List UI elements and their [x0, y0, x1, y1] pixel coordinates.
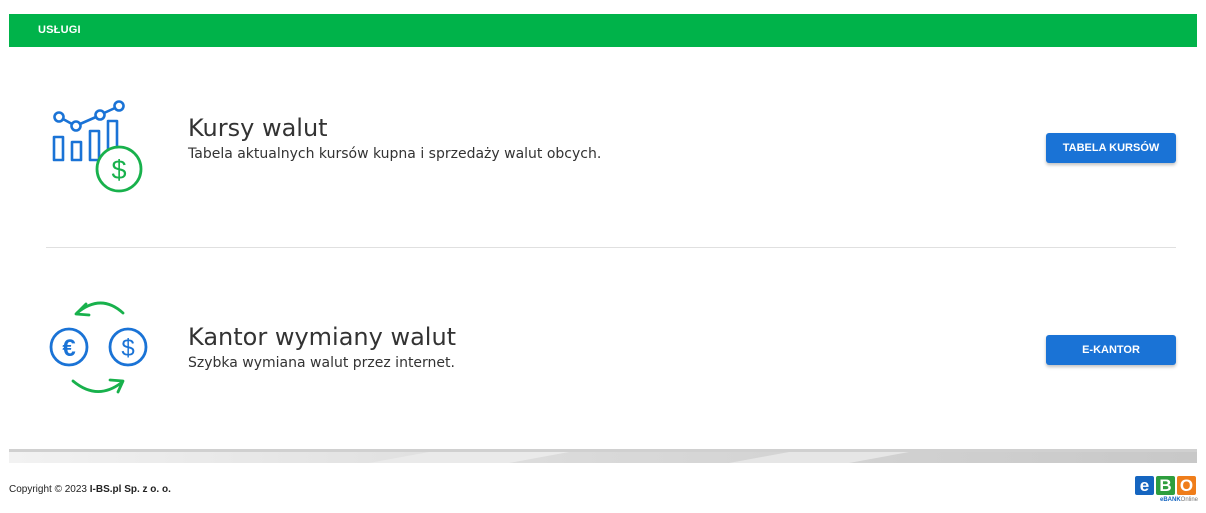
logo-letter-b: B	[1156, 476, 1175, 495]
copyright-prefix: Copyright © 2023	[9, 484, 90, 495]
exchange-rates-table-button[interactable]: TABELA KURSÓW	[1046, 133, 1176, 163]
service-text: Kursy walut Tabela aktualnych kursów kup…	[188, 113, 628, 164]
logo-letter-o: O	[1177, 476, 1196, 495]
svg-text:$: $	[121, 335, 134, 362]
service-text: Kantor wymiany walut Szybka wymiana walu…	[188, 322, 628, 373]
footer-decorative-band	[9, 448, 1197, 463]
currency-exchange-euro-dollar-icon: € $	[46, 295, 156, 404]
service-title: Kursy walut	[188, 114, 328, 142]
service-exchange-rates: $ Kursy walut Tabela aktualnych kursów k…	[46, 95, 1176, 205]
copyright-text: Copyright © 2023 I-BS.pl Sp. z o. o.	[9, 484, 171, 495]
service-currency-exchange: € $ Kantor wymiany walut Szybka wymiana …	[46, 295, 1176, 405]
copyright-company: I-BS.pl Sp. z o. o.	[89, 484, 171, 495]
svg-text:€: €	[62, 335, 75, 362]
service-title: Kantor wymiany walut	[188, 323, 457, 351]
ebankonline-logo: e B O eBANKOnline	[1135, 476, 1199, 512]
logo-caption-bold: eBANK	[1159, 497, 1181, 503]
section-divider	[46, 247, 1176, 248]
exchange-rates-chart-dollar-icon: $	[46, 95, 146, 204]
logo-letter-e: e	[1135, 476, 1154, 495]
logo-caption-light: Online	[1180, 497, 1198, 503]
logo-caption: eBANKOnline	[1135, 497, 1199, 503]
svg-text:$: $	[111, 155, 126, 185]
services-header-bar: USŁUGI	[9, 14, 1197, 47]
e-kantor-button[interactable]: E-KANTOR	[1046, 335, 1176, 365]
service-description: Tabela aktualnych kursów kupna i sprzeda…	[188, 146, 602, 162]
service-description: Szybka wymiana walut przez internet.	[188, 355, 455, 371]
services-header-title: USŁUGI	[38, 24, 81, 36]
